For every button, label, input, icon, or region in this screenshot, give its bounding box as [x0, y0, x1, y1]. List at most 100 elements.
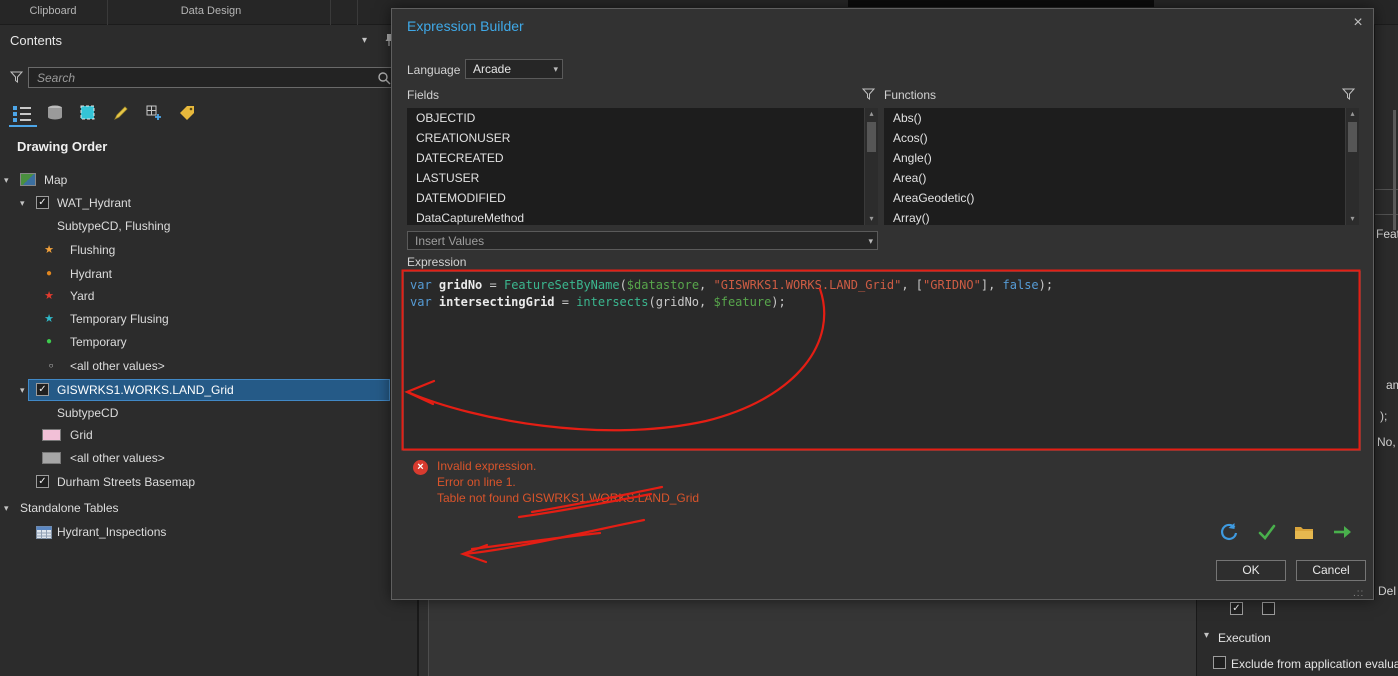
code-line: var intersectingGrid = intersects(gridNo…	[410, 295, 786, 309]
tree-item-standalone-tables[interactable]: ▾ Standalone Tables	[0, 497, 417, 519]
list-item[interactable]: Abs()	[884, 108, 1359, 128]
error-icon: ×	[413, 460, 428, 475]
legend-label: Hydrant	[70, 267, 113, 281]
expand-icon[interactable]: ▾	[20, 192, 25, 214]
list-by-labeling-icon[interactable]	[174, 101, 200, 125]
list-item[interactable]: Area()	[884, 168, 1359, 188]
list-item[interactable]: AreaGeodetic()	[884, 188, 1359, 208]
checkbox-checked[interactable]: ✓	[36, 383, 49, 396]
legend-item-all-other-values-grid[interactable]: <all other values>	[0, 447, 417, 469]
checkbox-unchecked[interactable]	[1213, 656, 1226, 669]
tree-item-hydrant-inspections[interactable]: Hydrant_Inspections	[0, 521, 417, 543]
list-item[interactable]: Acos()	[884, 128, 1359, 148]
list-by-drawing-order-icon[interactable]	[9, 101, 35, 125]
functions-filter-icon[interactable]	[1341, 88, 1356, 103]
insert-values-label: Insert Values	[415, 234, 485, 248]
fields-filter-icon[interactable]	[861, 88, 876, 103]
tree-item-label: GISWRKS1.WORKS.LAND_Grid	[57, 383, 234, 397]
tree-item-subtypecd[interactable]: SubtypeCD	[0, 402, 417, 424]
undo-icon[interactable]	[1218, 521, 1240, 543]
tree-item-durham-basemap[interactable]: ✓ Durham Streets Basemap	[0, 471, 417, 493]
legend-item-temporary-flusing[interactable]: ★ Temporary Flusing	[0, 308, 417, 330]
check-icon: ✓	[38, 384, 47, 395]
ribbon-group-clipboard[interactable]: Clipboard	[18, 5, 88, 17]
scroll-up-icon[interactable]: ▴	[865, 108, 878, 120]
list-item[interactable]: LASTUSER	[407, 168, 878, 188]
scrollbar-thumb[interactable]	[867, 122, 876, 152]
fields-scrollbar[interactable]: ▴ ▾	[864, 108, 878, 225]
list-by-data-source-icon[interactable]	[42, 101, 68, 125]
checkbox-checked[interactable]: ✓	[36, 196, 49, 209]
clipped-text: Del	[1378, 584, 1397, 598]
cancel-button[interactable]: Cancel	[1296, 560, 1366, 581]
temporary-symbol-icon: ●	[45, 336, 53, 347]
language-dropdown[interactable]: Arcade ▾	[465, 59, 563, 79]
yard-symbol-icon: ★	[44, 290, 54, 302]
list-by-selection-icon[interactable]	[75, 101, 101, 125]
search-input[interactable]	[28, 67, 396, 88]
expand-icon[interactable]: ▾	[20, 379, 25, 401]
insert-values-dropdown[interactable]: Insert Values ▾	[407, 231, 878, 250]
export-arrow-icon[interactable]	[1331, 521, 1353, 543]
flushing-symbol-icon: ★	[44, 244, 54, 256]
error-message-3: Table not found GISWRKS1.WORKS.LAND_Grid	[437, 491, 700, 505]
ribbon-group-data-design[interactable]: Data Design	[155, 5, 267, 17]
expand-icon[interactable]: ▾	[4, 169, 9, 191]
legend-item-temporary[interactable]: ● Temporary	[0, 331, 417, 353]
tree-item-subtypecd-flushing[interactable]: SubtypeCD, Flushing	[0, 215, 417, 237]
legend-item-grid[interactable]: Grid	[0, 424, 417, 446]
error-message-1: Invalid expression.	[437, 459, 537, 473]
legend-item-yard[interactable]: ★ Yard	[0, 285, 417, 307]
exclude-label: Exclude from application evaluat	[1231, 657, 1398, 671]
list-item[interactable]: DATECREATED	[407, 148, 878, 168]
tree-item-label: SubtypeCD	[57, 406, 119, 420]
list-item[interactable]: OBJECTID	[407, 108, 878, 128]
open-folder-icon[interactable]	[1293, 521, 1315, 543]
tree-item-wat-hydrant[interactable]: ▾ ✓ WAT_Hydrant	[0, 192, 417, 214]
close-icon[interactable]: ×	[1349, 14, 1367, 32]
list-item[interactable]: CREATIONUSER	[407, 128, 878, 148]
expand-icon[interactable]: ▾	[4, 497, 9, 519]
legend-label: Yard	[70, 289, 95, 303]
list-item[interactable]: Array()	[884, 208, 1359, 225]
scroll-down-icon[interactable]: ▾	[865, 213, 878, 225]
drawing-order-label: Drawing Order	[17, 139, 108, 154]
scrollbar-thumb[interactable]	[1348, 122, 1357, 152]
legend-item-hydrant[interactable]: ● Hydrant	[0, 263, 417, 285]
tree-item-label: SubtypeCD, Flushing	[57, 219, 171, 233]
functions-scrollbar[interactable]: ▴ ▾	[1345, 108, 1359, 225]
legend-item-all-other-values[interactable]: ○ <all other values>	[0, 355, 417, 377]
list-item[interactable]: DATEMODIFIED	[407, 188, 878, 208]
scroll-down-icon[interactable]: ▾	[1346, 213, 1359, 225]
list-item[interactable]: DataCaptureMethod	[407, 208, 878, 225]
expression-code-editor[interactable]: var gridNo = FeatureSetByName($datastore…	[403, 271, 1361, 451]
legend-item-flushing[interactable]: ★ Flushing	[0, 239, 417, 261]
search-icon[interactable]	[377, 71, 391, 88]
all-other-values-swatch	[42, 452, 61, 464]
functions-list[interactable]: Abs() Acos() Angle() Area() AreaGeodetic() Ar…	[884, 108, 1359, 225]
resize-grip[interactable]: .::	[1353, 588, 1364, 599]
language-label: Language	[407, 63, 461, 77]
pane-menu-chevron-icon[interactable]: ▾	[362, 30, 367, 52]
filter-icon[interactable]	[9, 71, 24, 86]
checkbox-checked[interactable]: ✓	[1230, 602, 1243, 615]
verify-check-icon[interactable]	[1256, 521, 1278, 543]
ribbon-separator	[107, 0, 108, 25]
table-icon	[36, 526, 52, 542]
temporary-flusing-symbol-icon: ★	[44, 313, 54, 325]
checkbox-unchecked[interactable]	[1262, 602, 1275, 615]
list-by-snapping-icon[interactable]	[141, 101, 167, 125]
scroll-up-icon[interactable]: ▴	[1346, 108, 1359, 120]
list-by-editing-icon[interactable]	[108, 101, 134, 125]
ribbon-separator	[357, 0, 358, 25]
checkbox-checked[interactable]: ✓	[36, 475, 49, 488]
tree-item-map[interactable]: ▾ Map	[0, 169, 417, 191]
ok-button[interactable]: OK	[1216, 560, 1286, 581]
section-collapse-icon[interactable]: ▾	[1204, 625, 1209, 647]
legend-label: <all other values>	[70, 359, 165, 373]
execution-section-label: Execution	[1218, 631, 1271, 645]
list-item[interactable]: Angle()	[884, 148, 1359, 168]
outer-scrollbar-thumb[interactable]	[1393, 110, 1396, 230]
tree-item-land-grid-selected[interactable]: ▾ ✓ GISWRKS1.WORKS.LAND_Grid	[0, 379, 417, 401]
fields-list[interactable]: OBJECTID CREATIONUSER DATECREATED LASTUSER D…	[407, 108, 878, 225]
